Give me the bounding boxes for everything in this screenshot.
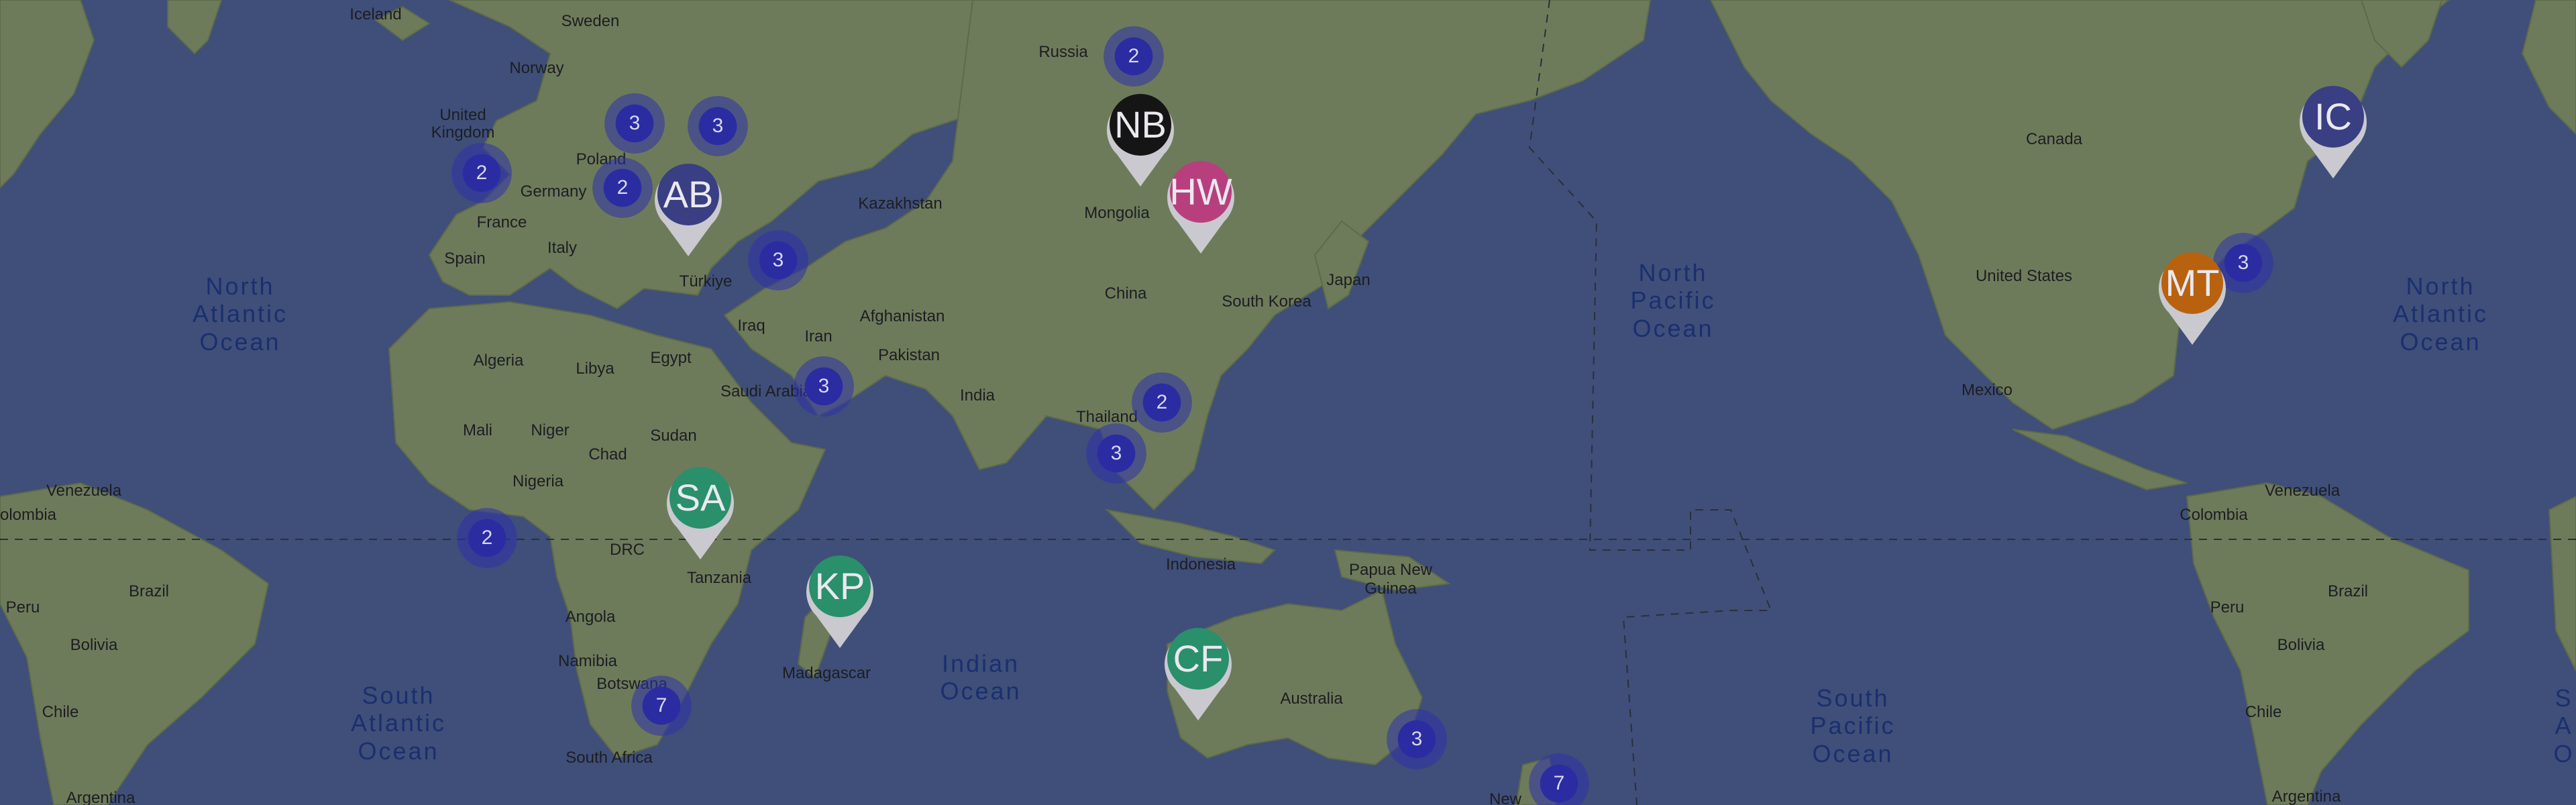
pin-initials: CF (1173, 637, 1224, 680)
country-label: olombia (0, 506, 57, 524)
country-label: New (1489, 790, 1522, 805)
country-label: Colombia (2180, 506, 2248, 524)
user-pin-marker[interactable]: SA (663, 460, 737, 561)
ocean-label: S A O (2553, 684, 2575, 767)
country-label: Tanzania (686, 569, 752, 587)
cluster-marker[interactable]: 3 (794, 356, 854, 417)
ocean-label: Indian Ocean (940, 649, 1022, 705)
country-label: Algeria (473, 352, 524, 370)
country-label: Sudan (650, 427, 697, 445)
country-label: Mexico (1961, 381, 2013, 399)
country-label: Peru (2210, 598, 2245, 616)
country-label: Afghanistan (859, 307, 945, 325)
country-label: Iceland (350, 5, 402, 23)
cluster-marker[interactable]: 2 (1104, 26, 1164, 87)
country-label: Mali (462, 421, 493, 439)
pin-initials: IC (2314, 95, 2352, 138)
world-map[interactable]: Iceland Sweden Norway United Kingdom Poland Ge… (0, 0, 2576, 805)
cluster-marker[interactable]: 2 (451, 143, 512, 203)
country-label: Argentina (66, 789, 136, 805)
pin-initials: HW (1169, 170, 1232, 213)
country-label: Thailand (1075, 408, 1138, 426)
country-label: Venezuela (2264, 482, 2341, 500)
country-label: Iran (804, 327, 833, 345)
country-label: Australia (1280, 690, 1343, 708)
cluster-marker[interactable]: 7 (631, 676, 692, 736)
country-label: Venezuela (46, 482, 122, 500)
country-label: Mongolia (1084, 204, 1150, 222)
user-pin-marker[interactable]: AB (651, 157, 725, 258)
cluster-marker[interactable]: 3 (1387, 709, 1447, 769)
country-label: Brazil (2327, 582, 2369, 600)
country-label: Kingdom (431, 123, 495, 142)
ocean-label: North Atlantic Ocean (192, 272, 288, 356)
country-label: Bolivia (70, 636, 118, 654)
country-label: Guinea (1364, 580, 1417, 598)
country-label: South Korea (1222, 292, 1311, 311)
country-label: Namibia (557, 652, 618, 670)
country-label: Spain (444, 250, 486, 268)
country-label: United States (1975, 267, 2073, 285)
cluster-marker[interactable]: 2 (457, 508, 517, 568)
cluster-marker[interactable]: 3 (604, 93, 665, 154)
country-label: Chile (2245, 703, 2282, 721)
country-label: Bolivia (2277, 636, 2325, 654)
country-label: Iraq (737, 317, 765, 335)
country-label: Canada (2025, 130, 2083, 148)
ocean-label: South Atlantic Ocean (350, 681, 447, 765)
country-label: Peru (5, 598, 40, 616)
country-label: Indonesia (1165, 555, 1236, 574)
pin-initials: NB (1114, 103, 1167, 146)
cluster-marker[interactable]: 3 (688, 96, 748, 156)
country-label: Madagascar (782, 664, 871, 682)
ocean-label: South Pacific Ocean (1810, 684, 1896, 767)
country-label: United (439, 106, 486, 124)
country-label: DRC (610, 541, 645, 559)
pin-initials: AB (663, 173, 714, 215)
pin-initials: MT (2165, 262, 2220, 304)
country-label: Argentina (2271, 788, 2341, 805)
country-label: Niger (531, 421, 570, 439)
user-pin-marker[interactable]: IC (2296, 79, 2370, 180)
country-label: Angola (565, 608, 616, 626)
country-label: Libya (576, 360, 614, 378)
country-label: India (959, 386, 996, 405)
country-label: Sweden (561, 12, 620, 30)
country-label: Japan (1326, 271, 1371, 289)
cluster-marker[interactable]: 2 (1132, 372, 1192, 433)
country-label: Egypt (650, 349, 692, 367)
cluster-marker[interactable]: 3 (1086, 423, 1146, 484)
pin-initials: SA (675, 476, 726, 519)
ocean-label: North Atlantic Ocean (2392, 272, 2489, 356)
pin-initials: KP (814, 565, 865, 607)
country-label: South Africa (566, 749, 653, 767)
cluster-marker[interactable]: 3 (748, 230, 808, 290)
country-label: Italy (547, 239, 578, 257)
user-pin-marker[interactable]: HW (1164, 154, 1238, 255)
country-label: Germany (520, 182, 587, 201)
country-label: Pakistan (877, 346, 941, 364)
country-label: Brazil (128, 582, 170, 600)
country-label: Türkiye (679, 272, 733, 290)
country-label: Papua New (1348, 561, 1433, 579)
user-pin-marker[interactable]: MT (2155, 246, 2229, 346)
country-label: Norway (509, 59, 564, 77)
country-label: France (476, 213, 527, 231)
user-pin-marker[interactable]: KP (803, 549, 877, 649)
ocean-label: North Pacific Ocean (1630, 258, 1716, 342)
country-label: Kazakhstan (858, 195, 943, 213)
country-label: Russia (1038, 43, 1088, 61)
country-label: China (1104, 284, 1147, 303)
country-label: Chad (588, 445, 627, 464)
cluster-marker[interactable]: 2 (592, 158, 653, 218)
country-label: Chile (42, 703, 79, 721)
country-label: Nigeria (512, 472, 564, 490)
user-pin-marker[interactable]: CF (1161, 621, 1235, 722)
